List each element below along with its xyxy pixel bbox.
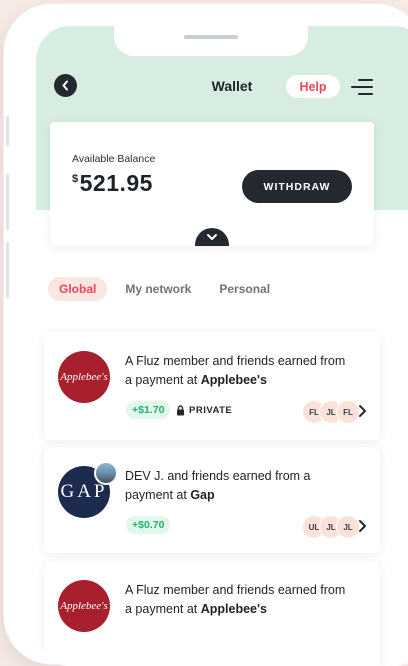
applebees-logo: Applebee's	[58, 580, 110, 632]
tab-personal[interactable]: Personal	[219, 282, 270, 296]
logo-text: Applebee's	[60, 600, 108, 612]
earning-badge: +$0.70	[126, 516, 171, 534]
notch	[114, 26, 308, 56]
side-button	[6, 242, 9, 298]
feed-tabs: Global My network Personal	[48, 277, 298, 301]
speaker	[184, 35, 238, 39]
merchant-name: Gap	[190, 488, 215, 502]
chevron-right-icon[interactable]	[357, 519, 367, 533]
logo-text: Applebee's	[60, 371, 108, 383]
screen: Wallet Help Available Balance $521.95 WI…	[36, 26, 408, 666]
balance-card: Available Balance $521.95 WITHDRAW	[50, 122, 374, 246]
lock-icon	[177, 405, 184, 416]
merchant-name: Applebee's	[200, 373, 267, 387]
expand-balance-button[interactable]	[195, 228, 229, 246]
currency-symbol: $	[72, 173, 79, 185]
withdraw-button[interactable]: WITHDRAW	[242, 170, 352, 203]
merchant-name: Applebee's	[200, 602, 267, 616]
feed-description: A Fluz member and friends earned from a …	[125, 352, 355, 390]
privacy-label: PRIVATE	[176, 405, 232, 416]
logo-text: GAP	[60, 481, 108, 502]
feed-description: DEV J. and friends earned from a payment…	[125, 467, 355, 505]
feed-item[interactable]: Applebee's A Fluz member and friends ear…	[44, 561, 380, 666]
earning-badge: +$1.70	[126, 401, 171, 419]
tab-my-network[interactable]: My network	[125, 282, 191, 296]
side-button	[6, 174, 9, 230]
feed-description: A Fluz member and friends earned from a …	[125, 581, 355, 619]
feed-item[interactable]: GAP DEV J. and friends earned from a pay…	[44, 447, 380, 553]
balance-amount: $521.95	[72, 170, 153, 197]
user-avatar-badge	[94, 461, 118, 485]
chevron-down-icon	[207, 234, 217, 240]
balance-value: 521.95	[79, 170, 153, 196]
side-button	[6, 116, 9, 146]
friend-avatars: FL JL FL	[302, 400, 360, 424]
privacy-text: PRIVATE	[189, 405, 233, 416]
phone-frame: Wallet Help Available Balance $521.95 WI…	[4, 4, 408, 666]
help-button[interactable]: Help	[286, 75, 340, 98]
feed-text: DEV J. and friends earned from a payment…	[125, 469, 311, 502]
tab-global[interactable]: Global	[48, 277, 108, 301]
balance-label: Available Balance	[72, 153, 156, 165]
friend-avatars: UL JL JL	[302, 515, 360, 539]
applebees-logo: Applebee's	[58, 351, 110, 403]
chevron-right-icon[interactable]	[357, 404, 367, 418]
menu-icon[interactable]	[351, 78, 373, 96]
feed-item[interactable]: Applebee's A Fluz member and friends ear…	[44, 332, 380, 440]
